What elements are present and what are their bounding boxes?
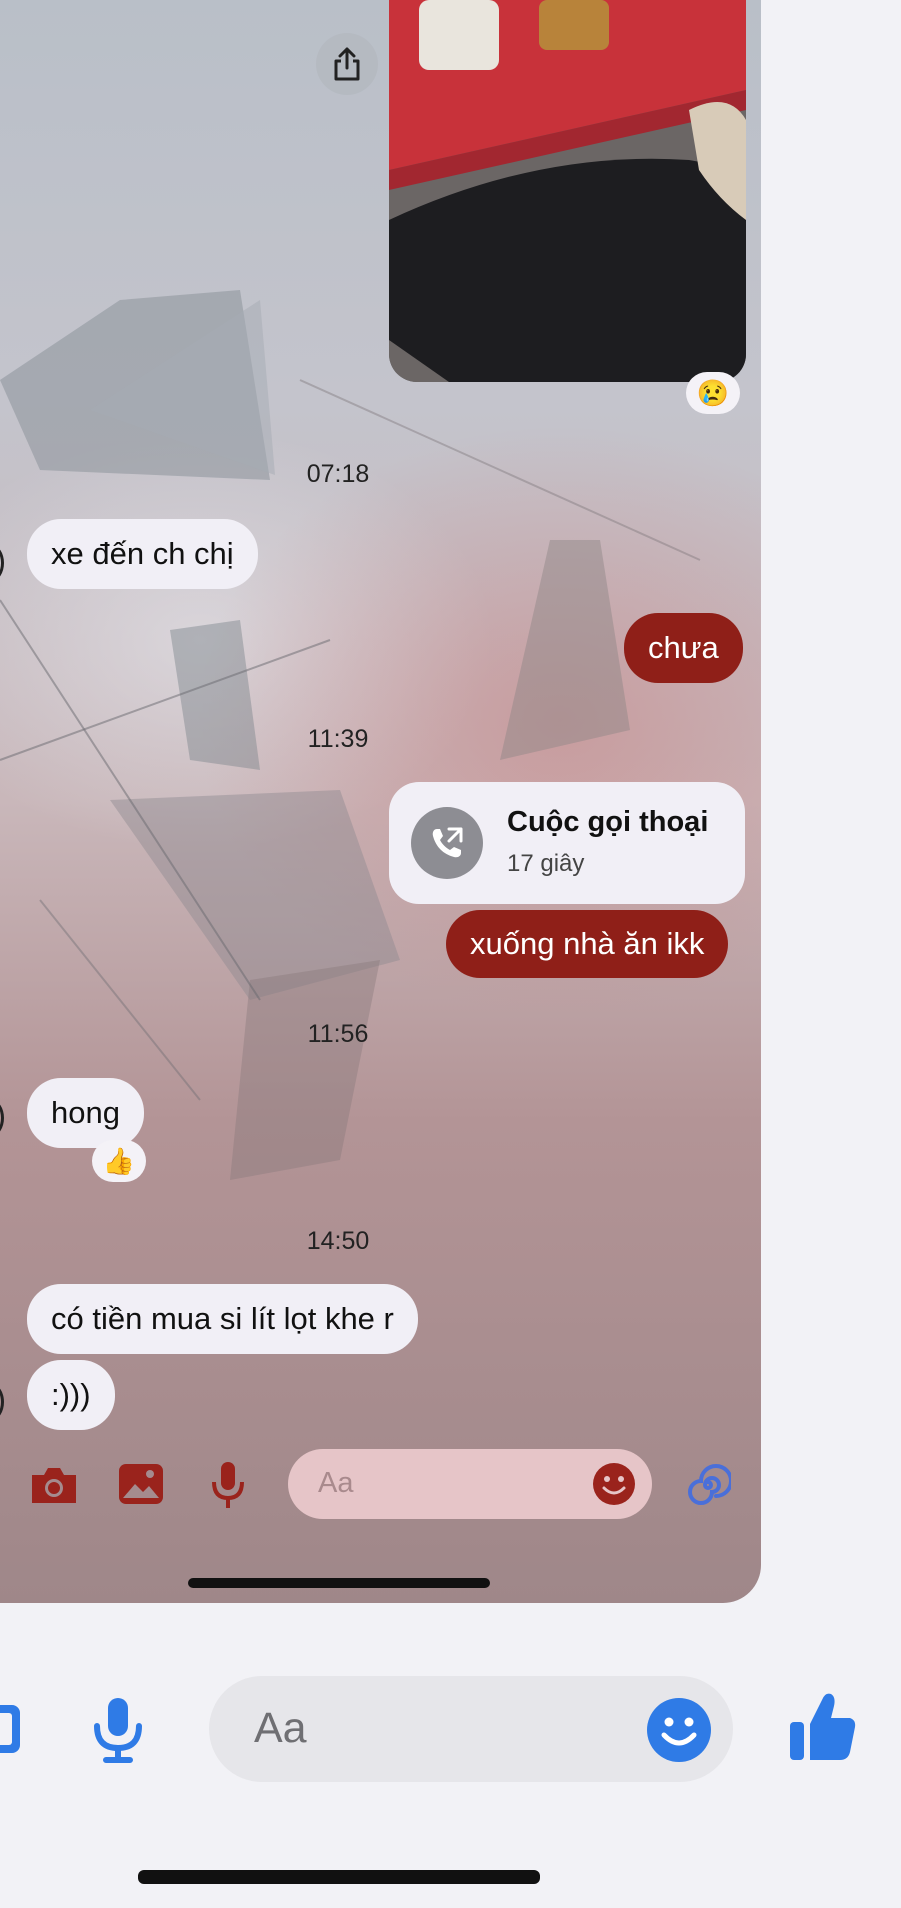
- microphone-icon[interactable]: [92, 1696, 144, 1764]
- emoji-icon[interactable]: [592, 1462, 636, 1506]
- home-indicator: [188, 1578, 490, 1588]
- incoming-message[interactable]: :))): [27, 1360, 115, 1430]
- gallery-icon[interactable]: [117, 1462, 165, 1506]
- thumbs-up-icon[interactable]: [788, 1690, 858, 1762]
- message-reaction[interactable]: 👍: [92, 1140, 146, 1182]
- shared-screenshot[interactable]: 😢 07:18 xe đến ch chị chưa 11:39 Cuộc gọ…: [0, 0, 761, 1603]
- emoji-icon[interactable]: [646, 1697, 712, 1763]
- camera-icon[interactable]: [28, 1463, 80, 1507]
- timestamp: 14:50: [306, 1227, 370, 1255]
- incoming-message[interactable]: có tiền mua si lít lọt khe r: [27, 1284, 418, 1354]
- message-input[interactable]: Aa: [288, 1449, 652, 1519]
- timestamp: 11:56: [307, 1020, 369, 1048]
- message-reaction[interactable]: 😢: [686, 372, 740, 414]
- call-title: Cuộc gọi thoại: [507, 806, 709, 838]
- incoming-message[interactable]: hong: [27, 1078, 144, 1148]
- incoming-message[interactable]: xe đến ch chị: [27, 519, 258, 589]
- message-input-placeholder: Aa: [254, 1704, 307, 1752]
- share-button[interactable]: [316, 33, 378, 95]
- home-indicator: [138, 1870, 540, 1884]
- timestamp: 11:39: [307, 725, 369, 753]
- outgoing-message[interactable]: chưa: [624, 613, 743, 683]
- theme-swirl-icon[interactable]: [685, 1462, 731, 1508]
- outgoing-message[interactable]: xuống nhà ăn ikk: [446, 910, 729, 978]
- shared-photo[interactable]: [389, 0, 746, 382]
- timestamp: 07:18: [306, 460, 370, 488]
- message-input-placeholder: Aa: [318, 1467, 354, 1499]
- phone-call-icon: [411, 807, 483, 879]
- photo-content: [389, 0, 746, 382]
- message-input[interactable]: Aa: [209, 1676, 733, 1782]
- share-icon: [334, 47, 360, 81]
- microphone-icon[interactable]: [210, 1460, 246, 1510]
- gallery-icon[interactable]: [0, 1702, 22, 1756]
- call-duration: 17 giây: [507, 850, 585, 877]
- voice-call-card[interactable]: Cuộc gọi thoại 17 giây: [389, 782, 745, 904]
